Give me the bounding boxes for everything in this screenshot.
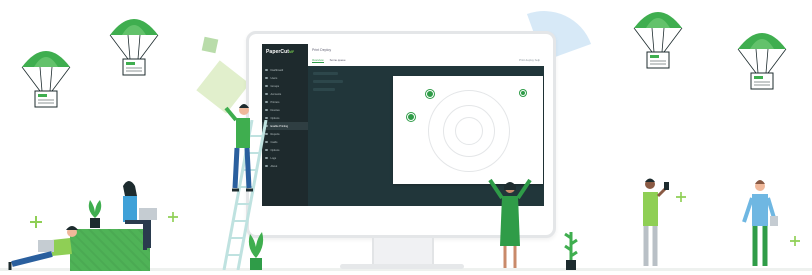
sidebar-item[interactable]: About: [262, 162, 308, 170]
map-pin-icon[interactable]: [520, 90, 526, 96]
tab-bar: Overview Some queue: [312, 58, 346, 63]
parachute-printer-icon: [633, 12, 683, 69]
placeholder-line: [313, 80, 343, 83]
parachute-printer-icon: [109, 19, 159, 76]
plant-icon: [248, 232, 264, 270]
sidebar-item[interactable]: Printers: [262, 98, 308, 106]
monitor-stand: [372, 238, 434, 266]
sidebar-item-label: Groups: [270, 84, 280, 88]
sidebar-item-label: Logs: [270, 156, 277, 160]
map-pin-icon[interactable]: [426, 90, 434, 98]
sparkle-icon: [676, 192, 686, 202]
users-icon: [265, 76, 268, 80]
sidebar-item[interactable]: Cards: [262, 138, 308, 146]
sparkle-icon: [790, 236, 800, 246]
sidebar-item[interactable]: Enable Printing: [262, 122, 308, 130]
sidebar-item-label: Users: [270, 76, 278, 80]
sidebar-item-label: Devices: [270, 108, 280, 112]
person-with-phone: [643, 178, 669, 266]
sidebar-item-label: Accounts: [270, 92, 282, 96]
tab-queue[interactable]: Some queue: [330, 58, 346, 63]
plant-icon: [88, 200, 102, 228]
logo-text: PaperCut: [266, 49, 290, 55]
sidebar-item-label: Options: [270, 148, 280, 152]
sidebar-item[interactable]: Options: [262, 146, 308, 154]
sidebar-item-label: Cards: [270, 140, 278, 144]
plant-icon: [564, 232, 578, 270]
sidebar-item[interactable]: Dashboard: [262, 66, 308, 74]
sidebar: PaperCutMF Dashboard Users Groups Accounts P…: [262, 44, 308, 206]
devices-icon: [265, 108, 268, 112]
logo-suffix: MF: [289, 50, 295, 54]
person-with-laptop: [123, 181, 157, 250]
sparkle-icon: [30, 216, 42, 228]
map-card: [393, 76, 543, 184]
placeholder-line: [313, 88, 335, 91]
green-square-decor: [201, 36, 219, 54]
accounts-icon: [265, 92, 268, 96]
sidebar-item[interactable]: Users: [262, 74, 308, 82]
options-icon: [265, 116, 268, 120]
sidebar-item[interactable]: Options: [262, 114, 308, 122]
person-on-ladder: [224, 104, 253, 192]
help-link[interactable]: Print deploy help: [519, 58, 540, 62]
sidebar-item[interactable]: Groups: [262, 82, 308, 90]
hero-illustration: PaperCutMF Dashboard Users Groups Accounts P…: [0, 0, 812, 275]
placeholder-line: [313, 72, 338, 75]
tab-overview[interactable]: Overview: [312, 58, 324, 63]
papercut-logo: PaperCutMF: [266, 49, 294, 55]
sidebar-item[interactable]: Accounts: [262, 90, 308, 98]
monitor-base: [340, 264, 464, 269]
sidebar-nav: Dashboard Users Groups Accounts Printers Devi…: [262, 66, 308, 170]
printer-icon: [265, 100, 268, 104]
map-ring: [455, 117, 483, 145]
sidebar-item[interactable]: Devices: [262, 106, 308, 114]
groups-icon: [265, 84, 268, 88]
person-with-tablet: [742, 180, 778, 266]
person-pointing-at-screen: [488, 178, 532, 268]
sidebar-item-label: Options: [270, 116, 280, 120]
sidebar-item-label: Dashboard: [270, 68, 284, 72]
sparkle-icon: [168, 212, 178, 222]
sidebar-item-label: Enable Printing: [270, 124, 289, 128]
page-title: Print Deploy: [312, 48, 332, 52]
sidebar-item[interactable]: Reports: [262, 130, 308, 138]
sidebar-item-label: About: [270, 164, 278, 168]
dashboard-icon: [265, 68, 268, 72]
sidebar-item-label: Printers: [270, 100, 280, 104]
parachute-printer-icon: [737, 33, 787, 90]
sidebar-item-label: Reports: [270, 132, 280, 136]
map-pin-icon[interactable]: [407, 113, 415, 121]
parachute-printer-icon: [21, 51, 71, 108]
person-reclining-with-laptop: [8, 226, 78, 270]
sidebar-item[interactable]: Logs: [262, 154, 308, 162]
